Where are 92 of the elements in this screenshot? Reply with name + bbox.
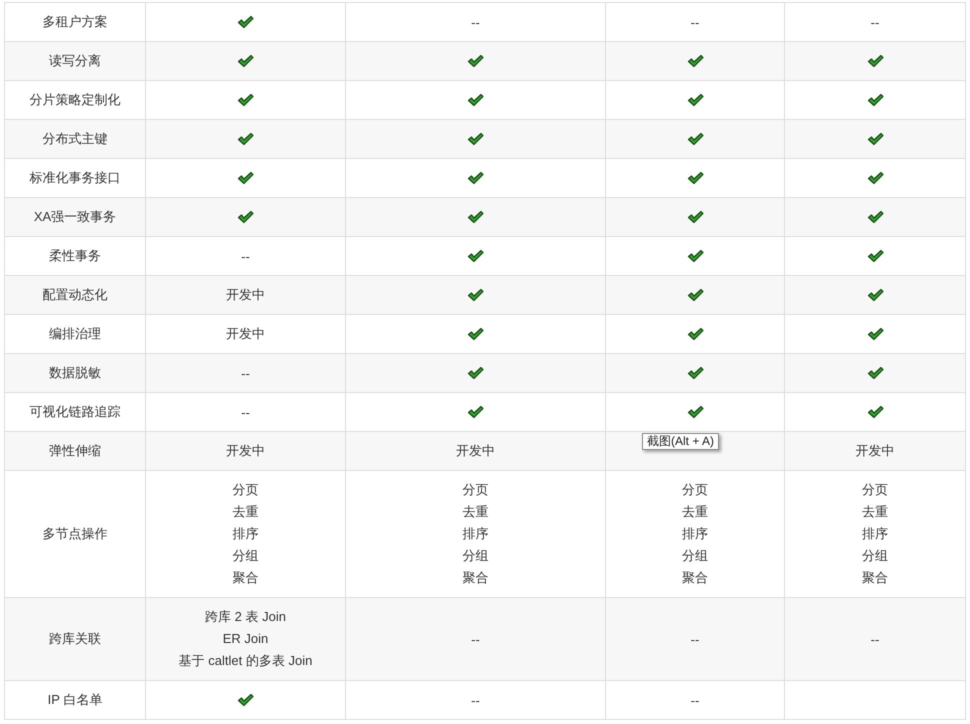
cell-line: 聚合 xyxy=(681,569,709,587)
status-text: 开发中 xyxy=(226,443,265,458)
cell-line: 排序 xyxy=(681,525,709,543)
feature-name: 弹性伸缩 xyxy=(49,443,101,458)
cell-line: 跨库 2 表 Join xyxy=(204,608,287,626)
checkmark-icon xyxy=(686,249,704,263)
dash-text: -- xyxy=(690,692,700,708)
checkmark-icon xyxy=(686,210,704,224)
cell-line: 分页 xyxy=(462,481,490,499)
checkmark-icon xyxy=(686,366,704,380)
checkmark-icon xyxy=(866,210,884,224)
checkmark-icon xyxy=(467,171,484,185)
status-text: 开发中 xyxy=(226,287,265,302)
checkmark-icon xyxy=(467,405,484,419)
cell-line: 分页 xyxy=(861,481,889,499)
checkmark-icon xyxy=(237,15,254,29)
checkmark-icon xyxy=(866,54,884,68)
checkmark-icon xyxy=(467,288,484,302)
checkmark-icon xyxy=(467,132,484,146)
cell-line: 聚合 xyxy=(462,569,490,587)
feature-name: 读写分离 xyxy=(49,53,101,68)
cell-line: 分组 xyxy=(861,547,889,565)
checkmark-icon xyxy=(467,249,484,263)
feature-name: 配置动态化 xyxy=(42,287,108,302)
dash-text: -- xyxy=(471,632,480,646)
cell-line: 聚合 xyxy=(232,569,260,587)
dash-text: -- xyxy=(241,366,250,380)
cell-line: 分页 xyxy=(681,481,709,499)
cell-line: 聚合 xyxy=(861,569,889,587)
cell-line: 排序 xyxy=(232,525,260,543)
checkmark-icon xyxy=(686,132,704,146)
checkmark-icon xyxy=(686,93,704,107)
feature-name: XA强一致事务 xyxy=(34,209,116,224)
cell-line: 去重 xyxy=(861,503,889,521)
cell-line: 排序 xyxy=(462,525,490,543)
dash-text: -- xyxy=(241,248,250,264)
checkmark-icon xyxy=(866,132,884,146)
checkmark-icon xyxy=(237,54,254,68)
checkmark-icon xyxy=(686,54,704,68)
cell-line: 基于 caltlet 的多表 Join xyxy=(178,652,314,670)
checkmark-icon xyxy=(237,171,254,185)
feature-name: 多租户方案 xyxy=(42,14,108,29)
status-text: 开发中 xyxy=(456,443,495,458)
checkmark-icon xyxy=(467,210,484,224)
checkmark-icon xyxy=(467,54,484,68)
dash-text: -- xyxy=(241,404,250,420)
feature-name: 分布式主键 xyxy=(42,131,108,146)
cell-line: 分组 xyxy=(462,547,490,565)
feature-name: 分片策略定制化 xyxy=(30,92,120,107)
checkmark-icon xyxy=(467,327,484,341)
checkmark-icon xyxy=(686,171,704,185)
cell-line: 分页 xyxy=(232,481,260,499)
dash-text: -- xyxy=(471,692,480,708)
dash-text: -- xyxy=(870,14,880,30)
feature-name: 可视化链路追踪 xyxy=(30,404,120,419)
checkmark-icon xyxy=(237,210,254,224)
checkmark-icon xyxy=(866,171,884,185)
checkmark-icon xyxy=(467,93,484,107)
cell-line: 分组 xyxy=(681,547,709,565)
feature-name: 数据脱敏 xyxy=(49,365,101,380)
status-text: 开发中 xyxy=(856,443,894,458)
dash-text: -- xyxy=(690,14,700,30)
cell-line: 分组 xyxy=(232,547,260,565)
cell-line: 排序 xyxy=(861,525,889,543)
checkmark-icon xyxy=(866,405,884,419)
checkmark-icon xyxy=(866,327,884,341)
checkmark-icon xyxy=(866,93,884,107)
cell-line: ER Join xyxy=(222,630,270,648)
feature-name: 柔性事务 xyxy=(49,248,101,263)
feature-name: IP 白名单 xyxy=(48,692,102,707)
dash-text: -- xyxy=(870,632,880,646)
cell-line: 去重 xyxy=(462,503,490,521)
cell-line: 去重 xyxy=(232,503,260,521)
checkmark-icon xyxy=(237,693,254,707)
dash-text: -- xyxy=(471,14,480,30)
checkmark-icon xyxy=(467,366,484,380)
checkmark-icon xyxy=(866,249,884,263)
checkmark-icon xyxy=(686,327,704,341)
checkmark-icon xyxy=(237,132,254,146)
feature-name: 标准化事务接口 xyxy=(30,170,120,185)
checkmark-icon xyxy=(686,288,704,302)
feature-name: 跨库关联 xyxy=(49,631,101,646)
status-text: 开发中 xyxy=(226,326,265,341)
checkmark-icon xyxy=(866,366,884,380)
cell-line: 去重 xyxy=(681,503,709,521)
feature-name: 编排治理 xyxy=(49,326,101,341)
feature-name: 多节点操作 xyxy=(42,526,108,541)
checkmark-icon xyxy=(237,93,254,107)
checkmark-icon xyxy=(866,288,884,302)
tooltip: 截图(Alt + A) xyxy=(642,433,720,450)
dash-text: -- xyxy=(690,632,700,646)
checkmark-icon xyxy=(686,405,704,419)
